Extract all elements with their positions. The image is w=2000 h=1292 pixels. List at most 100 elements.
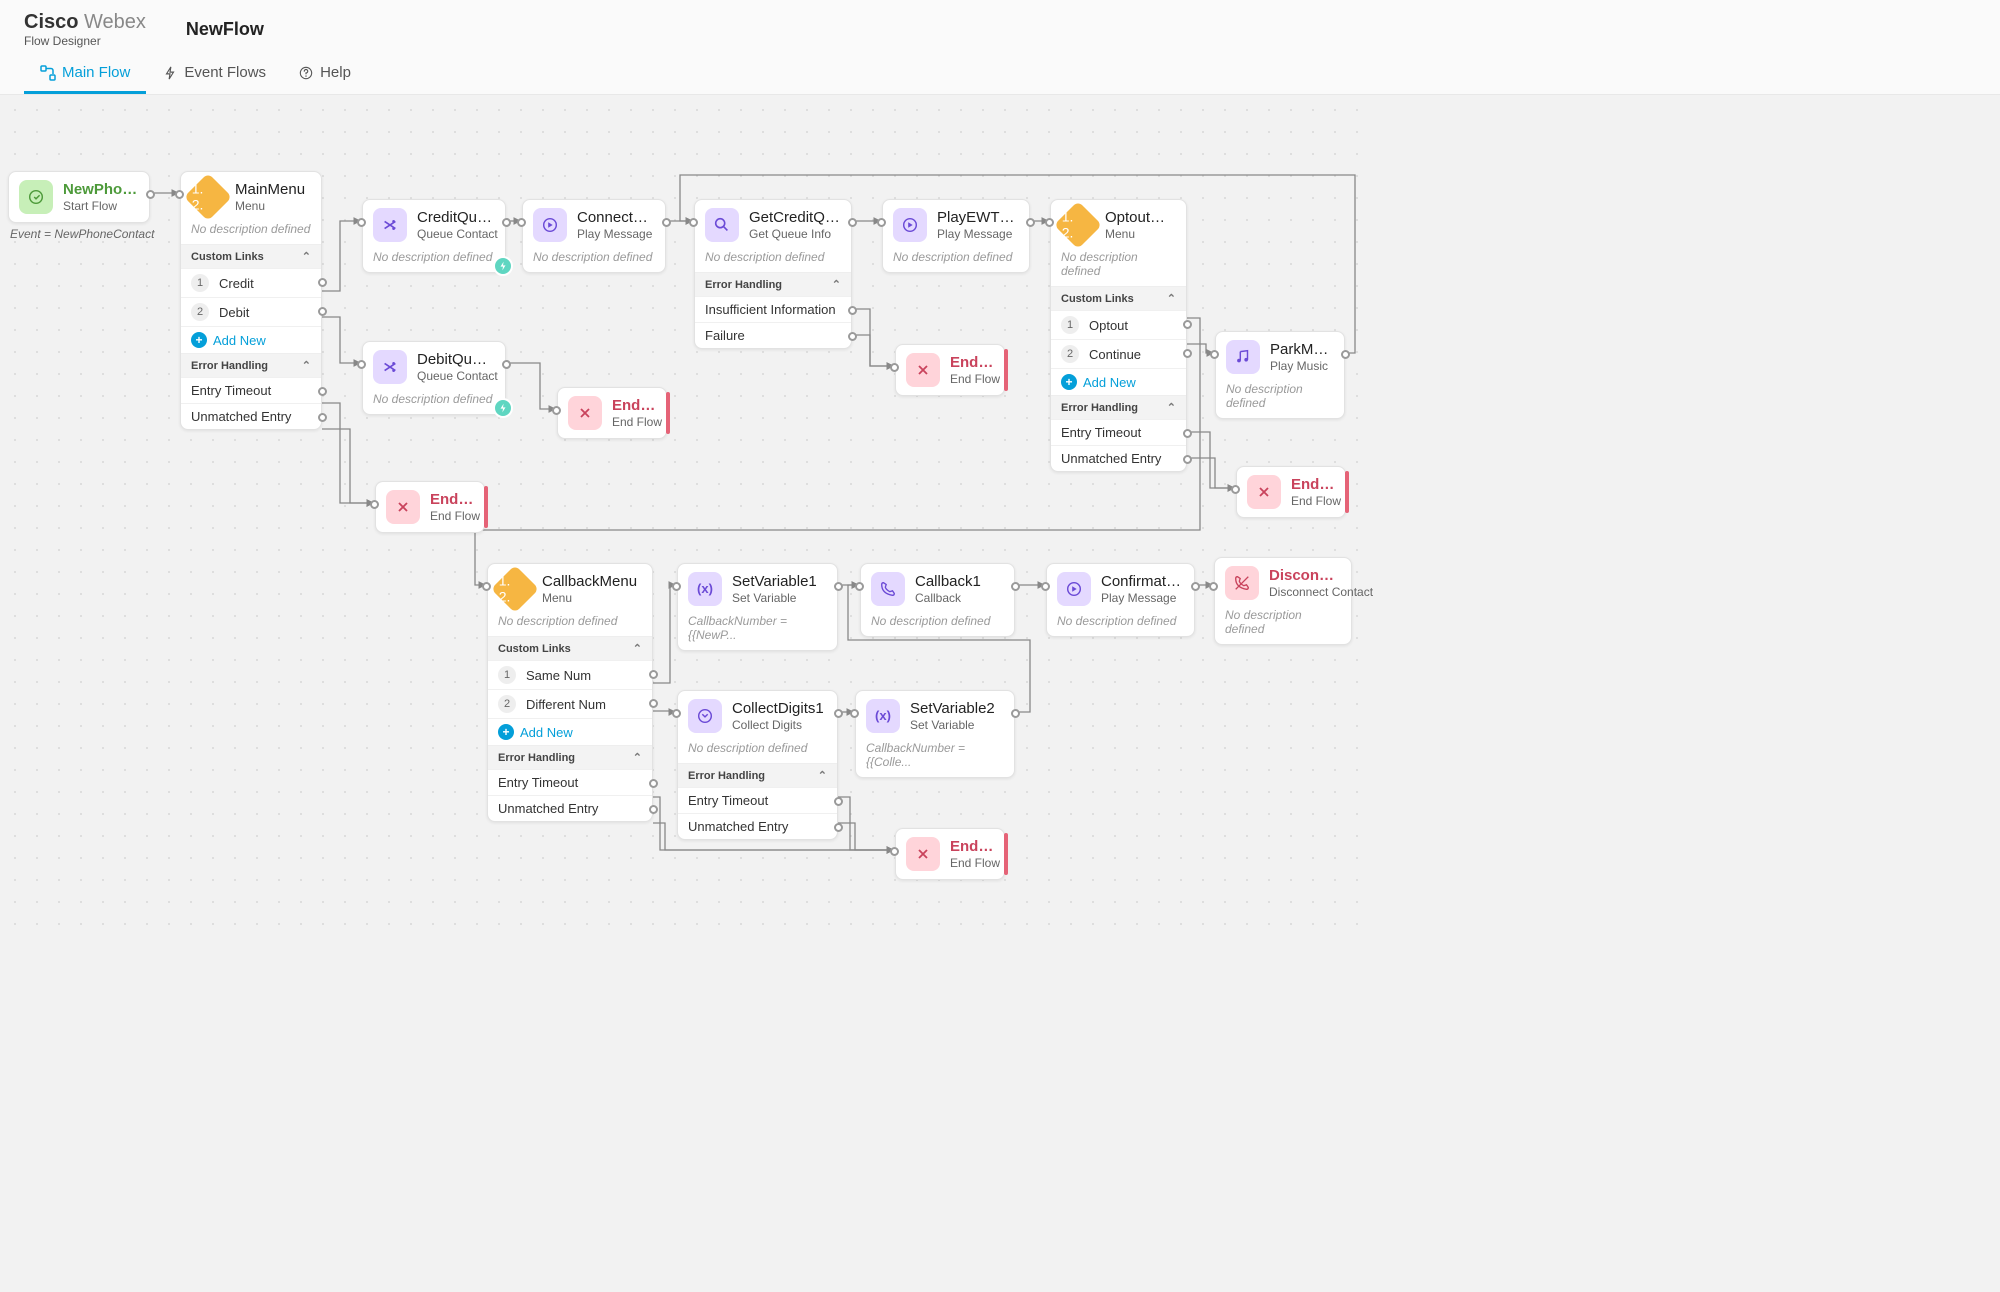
port-out[interactable] [1011, 582, 1020, 591]
node-mainmenu-sub: Menu [235, 199, 305, 213]
node-disconnect[interactable]: Disconnect Disconnect Contact No descrip… [1214, 557, 1352, 645]
link-same-num[interactable]: 1Same Num [488, 660, 652, 689]
err-entry-timeout[interactable]: Entry Timeout [1051, 419, 1186, 445]
error-handling-header[interactable]: Error Handling⌃ [678, 763, 837, 787]
add-new-link[interactable]: +Add New [1051, 368, 1186, 395]
err-unmatched[interactable]: Unmatched Entry [1051, 445, 1186, 471]
port-out[interactable] [662, 218, 671, 227]
node-callbackmenu[interactable]: 1.2. CallbackMenu Menu No description de… [487, 563, 653, 822]
err-entry-timeout[interactable]: Entry Timeout [181, 377, 321, 403]
node-endflow5[interactable]: EndFlow5 End Flow [557, 387, 667, 439]
error-handling-header[interactable]: Error Handling⌃ [1051, 395, 1186, 419]
node-parkmusic[interactable]: ParkMusic Play Music No description defi… [1215, 331, 1345, 419]
port-out[interactable] [834, 797, 843, 806]
node-setvariable1[interactable]: (x) SetVariable1 Set Variable CallbackNu… [677, 563, 838, 651]
err-insufficient[interactable]: Insufficient Information [695, 296, 851, 322]
error-handling-header[interactable]: Error Handling⌃ [488, 745, 652, 769]
node-endflow1-title: EndFlow1 [430, 491, 474, 509]
add-new-link[interactable]: +Add New [488, 718, 652, 745]
tab-event-flows[interactable]: Event Flows [146, 54, 282, 94]
add-new-link[interactable]: +Add New [181, 326, 321, 353]
port-out[interactable] [1191, 582, 1200, 591]
port-out[interactable] [1026, 218, 1035, 227]
port-out[interactable] [1183, 320, 1192, 329]
tab-event-flows-label: Event Flows [184, 64, 266, 81]
node-debitqueue-sub: Queue Contact [417, 369, 495, 383]
node-endflow1[interactable]: EndFlow1 End Flow [375, 481, 485, 533]
port-out[interactable] [1183, 429, 1192, 438]
err-unmatched[interactable]: Unmatched Entry [678, 813, 837, 839]
port-out[interactable] [318, 413, 327, 422]
brand: Cisco Webex Flow Designer [24, 10, 146, 48]
node-getcreditqueue[interactable]: GetCreditQue... Get Queue Info No descri… [694, 199, 852, 349]
port-out[interactable] [834, 823, 843, 832]
tab-main-flow[interactable]: Main Flow [24, 54, 146, 94]
node-endflow3-title: EndFlow3 [1291, 476, 1335, 494]
node-endflow2[interactable]: EndFlow2 End Flow [895, 344, 1005, 396]
link-credit[interactable]: 1Credit [181, 268, 321, 297]
node-endflow3-sub: End Flow [1291, 494, 1335, 508]
port-out[interactable] [318, 307, 327, 316]
tab-help[interactable]: Help [282, 54, 367, 94]
err-failure[interactable]: Failure [695, 322, 851, 348]
node-connectmusic[interactable]: ConnectMusic Play Message No description… [522, 199, 666, 273]
node-setvariable2[interactable]: (x) SetVariable2 Set Variable CallbackNu… [855, 690, 1015, 778]
err-unmatched[interactable]: Unmatched Entry [488, 795, 652, 821]
port-out[interactable] [318, 278, 327, 287]
port-out[interactable] [649, 670, 658, 679]
err-unmatched[interactable]: Unmatched Entry [181, 403, 321, 429]
node-playewt[interactable]: PlayEWT_PIQ Play Message No description … [882, 199, 1030, 273]
error-handling-header[interactable]: Error Handling⌃ [181, 353, 321, 377]
menu-icon: 1.2. [1061, 208, 1095, 242]
port-out[interactable] [1341, 350, 1350, 359]
link-optout[interactable]: 1Optout [1051, 310, 1186, 339]
node-getcreditqueue-sub: Get Queue Info [749, 227, 841, 241]
port-out[interactable] [834, 709, 843, 718]
port-out[interactable] [848, 332, 857, 341]
custom-links-header[interactable]: Custom Links⌃ [488, 636, 652, 660]
chevron-up-icon: ⌃ [818, 769, 827, 782]
err-entry-timeout[interactable]: Entry Timeout [488, 769, 652, 795]
port-out[interactable] [318, 387, 327, 396]
port-out[interactable] [1011, 709, 1020, 718]
tabs: Main Flow Event Flows Help [24, 54, 1976, 94]
node-callback1-title: Callback1 [915, 573, 981, 591]
port-out[interactable] [1183, 349, 1192, 358]
node-start[interactable]: NewPhoneCo... Start Flow [8, 171, 150, 223]
port-out[interactable] [848, 218, 857, 227]
node-start-sub: Start Flow [63, 199, 139, 213]
node-playewt-title: PlayEWT_PIQ [937, 209, 1019, 227]
custom-links-header[interactable]: Custom Links⌃ [1051, 286, 1186, 310]
node-debitqueue[interactable]: DebitQueue Queue Contact No description … [362, 341, 506, 415]
port-out[interactable] [848, 306, 857, 315]
port-out[interactable] [1183, 455, 1192, 464]
node-confirmation[interactable]: Confirmation... Play Message No descript… [1046, 563, 1195, 637]
music-icon [1226, 340, 1260, 374]
plus-icon: + [1061, 374, 1077, 390]
node-endflow3[interactable]: EndFlow3 End Flow [1236, 466, 1346, 518]
err-entry-timeout[interactable]: Entry Timeout [678, 787, 837, 813]
node-mainmenu[interactable]: 1.2. MainMenu Menu No description define… [180, 171, 322, 430]
node-callback1[interactable]: Callback1 Callback No description define… [860, 563, 1015, 637]
port-out[interactable] [502, 360, 511, 369]
port-out[interactable] [649, 699, 658, 708]
custom-links-header[interactable]: Custom Links⌃ [181, 244, 321, 268]
flow-name: NewFlow [186, 19, 264, 40]
node-optoutmenu[interactable]: 1.2. OptoutMenu Menu No description defi… [1050, 199, 1187, 472]
port-out[interactable] [649, 779, 658, 788]
error-handling-header[interactable]: Error Handling⌃ [695, 272, 851, 296]
accent [1345, 471, 1349, 513]
port-out[interactable] [146, 190, 155, 199]
node-callbackmenu-sub: Menu [542, 591, 637, 605]
port-out[interactable] [502, 218, 511, 227]
flow-canvas[interactable]: NewPhoneCo... Start Flow Event = NewPhon… [0, 95, 1360, 925]
port-out[interactable] [834, 582, 843, 591]
flow-icon [40, 65, 56, 81]
port-out[interactable] [649, 805, 658, 814]
node-collectdigits[interactable]: CollectDigits1 Collect Digits No descrip… [677, 690, 838, 840]
node-endflow4[interactable]: EndFlow4 End Flow [895, 828, 1005, 880]
node-creditqueue[interactable]: CreditQueue Queue Contact No description… [362, 199, 506, 273]
link-continue[interactable]: 2Continue [1051, 339, 1186, 368]
link-different-num[interactable]: 2Different Num [488, 689, 652, 718]
link-debit[interactable]: 2Debit [181, 297, 321, 326]
